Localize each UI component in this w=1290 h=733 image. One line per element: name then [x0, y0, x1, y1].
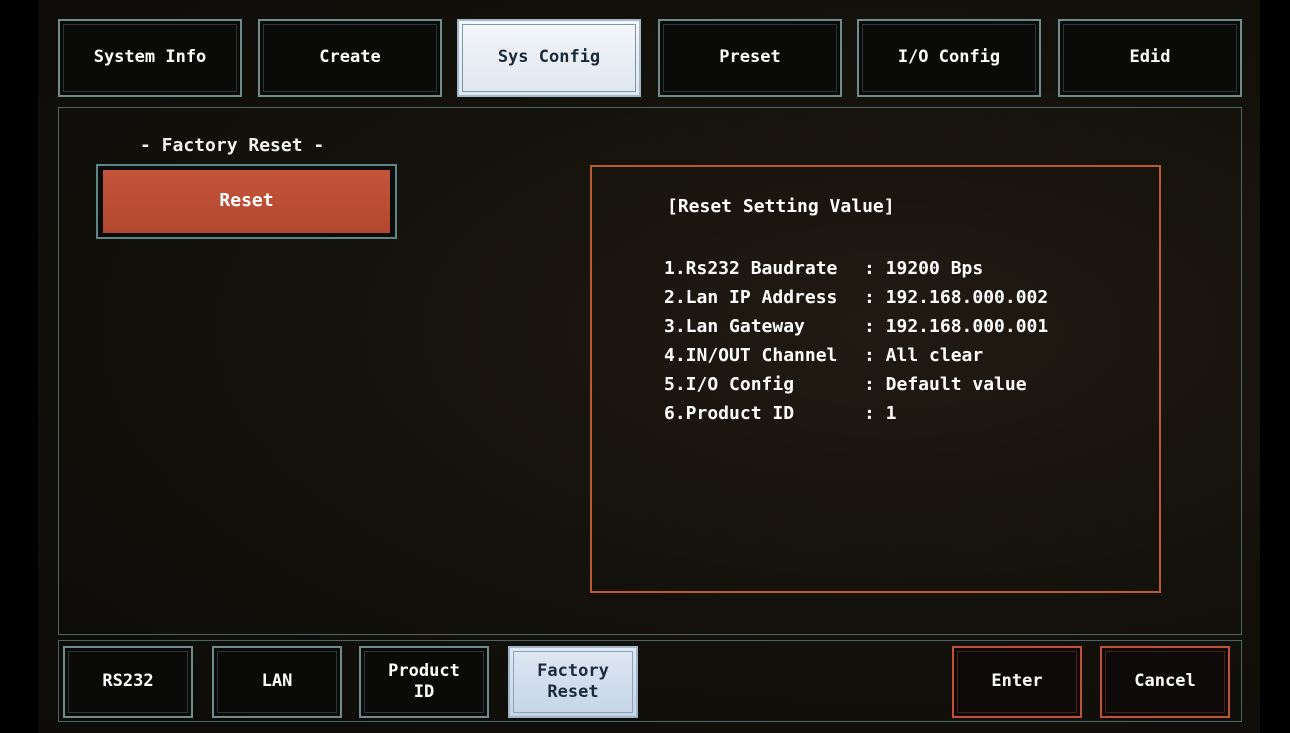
tab-label: Create: [319, 47, 381, 68]
setting-label: 6.Product ID: [664, 403, 795, 424]
setting-value: : 1: [864, 403, 897, 424]
setting-row: 5.I/O Config : Default value: [664, 370, 1048, 399]
enter-button[interactable]: Enter: [952, 646, 1082, 718]
reset-info-title: [Reset Setting Value]: [667, 196, 895, 217]
tab-sys-config[interactable]: Sys Config: [457, 19, 641, 97]
setting-row: 3.Lan Gateway : 192.168.000.001: [664, 312, 1048, 341]
cancel-button[interactable]: Cancel: [1100, 646, 1230, 718]
setting-row: 4.IN/OUT Channel : All clear: [664, 341, 1048, 370]
tab-label: Preset: [719, 47, 781, 68]
reset-button[interactable]: Reset: [103, 170, 390, 233]
setting-label: 1.Rs232 Baudrate: [664, 258, 838, 279]
setting-label: 3.Lan Gateway: [664, 316, 805, 337]
setting-value: : All clear: [864, 345, 984, 366]
tab-label: Edid: [1129, 47, 1171, 68]
subtab-lan[interactable]: LAN: [212, 646, 342, 718]
subtab-product-id[interactable]: Product ID: [359, 646, 489, 718]
tab-edid[interactable]: Edid: [1058, 19, 1242, 97]
tab-system-info[interactable]: System Info: [58, 19, 242, 97]
subtab-label: Product ID: [388, 660, 460, 702]
subtab-label: RS232: [102, 671, 154, 692]
setting-value: : 192.168.000.002: [864, 287, 1049, 308]
setting-value: : 192.168.000.001: [864, 316, 1049, 337]
setting-label: 4.IN/OUT Channel: [664, 345, 838, 366]
setting-value: : Default value: [864, 374, 1027, 395]
tab-label: Sys Config: [497, 47, 601, 68]
setting-row: 2.Lan IP Address : 192.168.000.002: [664, 283, 1048, 312]
setting-label: 2.Lan IP Address: [664, 287, 838, 308]
setting-row: 1.Rs232 Baudrate : 19200 Bps: [664, 254, 1048, 283]
subtab-label: LAN: [261, 671, 293, 692]
setting-label: 5.I/O Config: [664, 374, 795, 395]
subtab-rs232[interactable]: RS232: [63, 646, 193, 718]
tab-label: I/O Config: [897, 47, 1001, 68]
setting-row: 6.Product ID : 1: [664, 399, 1048, 428]
tab-create[interactable]: Create: [258, 19, 442, 97]
tab-preset[interactable]: Preset: [658, 19, 842, 97]
tab-label: System Info: [93, 47, 207, 68]
reset-settings-list: 1.Rs232 Baudrate : 19200 Bps 2.Lan IP Add…: [664, 254, 1048, 428]
cancel-label: Cancel: [1134, 671, 1196, 692]
tab-io-config[interactable]: I/O Config: [857, 19, 1041, 97]
setting-value: : 19200 Bps: [864, 258, 984, 279]
subtab-factory-reset[interactable]: Factory Reset: [508, 646, 638, 718]
section-title: - Factory Reset -: [140, 135, 325, 156]
subtab-label: Factory Reset: [537, 660, 609, 702]
enter-label: Enter: [991, 671, 1043, 692]
